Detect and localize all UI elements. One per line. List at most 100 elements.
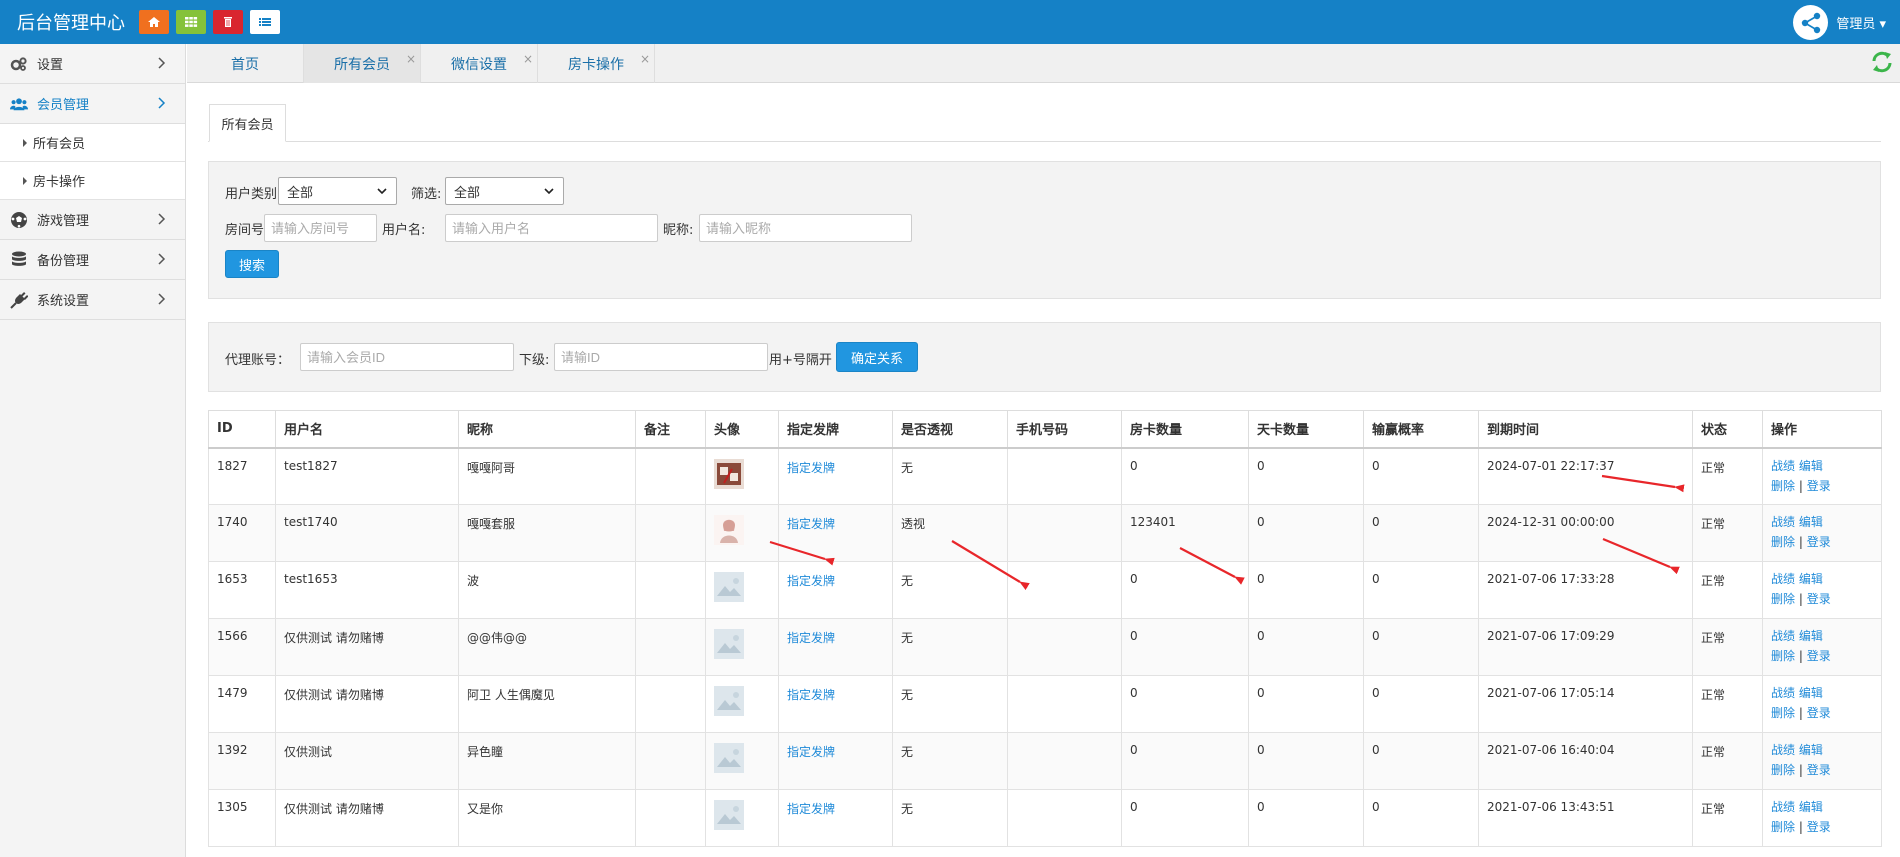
search-button[interactable]: 搜索: [225, 250, 279, 278]
login-link[interactable]: 登录: [1807, 706, 1831, 720]
stats-link[interactable]: 战绩: [1771, 572, 1795, 586]
cell-phone: [1007, 561, 1122, 619]
cell-win-rate: 0: [1363, 561, 1479, 619]
close-icon[interactable]: ×: [640, 52, 650, 66]
cell-win-rate: 0: [1363, 504, 1479, 562]
stats-link[interactable]: 战绩: [1771, 515, 1795, 529]
edit-link[interactable]: 编辑: [1799, 629, 1823, 643]
cell-nickname: 异色瞳: [458, 732, 636, 790]
members-table: ID 用户名 昵称 备注 头像 指定发牌 是否透视 手机号码 房卡数量 天卡数量…: [208, 410, 1882, 847]
table-row: 1305 仅供测试 请勿赌博 又是你 指定发牌无 0 0 0 2021-07-06 13:43…: [208, 789, 1882, 847]
user-menu[interactable]: 管理员 ▾: [1793, 5, 1886, 40]
login-link[interactable]: 登录: [1807, 820, 1831, 834]
cell-avatar: [705, 561, 779, 619]
chevron-right-icon: [158, 97, 166, 109]
plug-icon: [10, 291, 28, 309]
sidebar-subitem-room-cards[interactable]: 房卡操作: [0, 162, 185, 200]
cell-id: 1653: [208, 561, 276, 619]
tab-room-cards[interactable]: 房卡操作 ×: [538, 44, 655, 83]
column-header: ID: [208, 410, 276, 449]
sidebar-subitem-all-members[interactable]: 所有会员: [0, 124, 185, 162]
login-link[interactable]: 登录: [1807, 592, 1831, 606]
user-type-label: 用户类别:: [225, 187, 282, 202]
edit-link[interactable]: 编辑: [1799, 800, 1823, 814]
assign-deal-link[interactable]: 指定发牌: [787, 517, 835, 531]
close-icon[interactable]: ×: [406, 52, 416, 66]
assign-deal-link[interactable]: 指定发牌: [787, 745, 835, 759]
login-link[interactable]: 登录: [1807, 535, 1831, 549]
delete-link[interactable]: 删除: [1771, 820, 1795, 834]
list-button[interactable]: [250, 10, 280, 34]
cell-win-rate: 0: [1363, 447, 1479, 505]
delete-link[interactable]: 删除: [1771, 649, 1795, 663]
edit-link[interactable]: 编辑: [1799, 459, 1823, 473]
assign-deal-link[interactable]: 指定发牌: [787, 802, 835, 816]
username-input[interactable]: [445, 214, 658, 242]
stats-link[interactable]: 战绩: [1771, 459, 1795, 473]
agent-account-input[interactable]: [300, 343, 514, 371]
cell-avatar: [705, 789, 779, 847]
page-tab[interactable]: 所有会员: [209, 104, 286, 142]
separator: |: [1798, 649, 1803, 663]
sidebar-item-settings[interactable]: 设置: [0, 44, 185, 84]
sidebar-subitem-label: 所有会员: [33, 137, 86, 152]
delete-link[interactable]: 删除: [1771, 763, 1795, 777]
tab-all-members[interactable]: 所有会员 ×: [304, 44, 421, 83]
stats-link[interactable]: 战绩: [1771, 743, 1795, 757]
cell-nickname: @@伟@@: [458, 618, 636, 676]
home-button[interactable]: [139, 10, 169, 34]
tab-home[interactable]: 首页: [187, 44, 304, 83]
refresh-icon[interactable]: [1870, 50, 1894, 74]
assign-deal-link[interactable]: 指定发牌: [787, 574, 835, 588]
delete-button[interactable]: [213, 10, 243, 34]
tab-wechat-settings[interactable]: 微信设置 ×: [421, 44, 538, 83]
assign-deal-link[interactable]: 指定发牌: [787, 688, 835, 702]
subordinate-input[interactable]: [554, 343, 768, 371]
chevron-down-icon: [377, 188, 387, 195]
delete-link[interactable]: 删除: [1771, 479, 1795, 493]
assign-deal-link[interactable]: 指定发牌: [787, 631, 835, 645]
sidebar-item-system[interactable]: 系统设置: [0, 280, 185, 320]
grid-button[interactable]: [176, 10, 206, 34]
filter-select[interactable]: 全部: [445, 177, 564, 205]
column-header: 昵称: [458, 410, 636, 449]
select-value: 全部: [454, 185, 481, 201]
delete-link[interactable]: 删除: [1771, 592, 1795, 606]
close-icon[interactable]: ×: [523, 52, 533, 66]
login-link[interactable]: 登录: [1807, 649, 1831, 663]
cell-day-cards: 0: [1248, 732, 1364, 790]
delete-link[interactable]: 删除: [1771, 706, 1795, 720]
filter-panel: 用户类别: 全部 筛选: 全部 房间号: 用户名: 昵称: 搜索: [208, 161, 1881, 299]
cell-room-cards: 0: [1121, 561, 1249, 619]
tab-label: 微信设置: [451, 56, 507, 73]
sidebar-item-label: 游戏管理: [37, 214, 90, 229]
stats-link[interactable]: 战绩: [1771, 686, 1795, 700]
cell-expire: 2024-07-01 22:17:37: [1478, 447, 1693, 505]
confirm-relation-button[interactable]: 确定关系: [836, 342, 918, 372]
room-input[interactable]: [264, 214, 377, 242]
sidebar-item-games[interactable]: 游戏管理: [0, 200, 185, 240]
cell-expire: 2021-07-06 17:05:14: [1478, 675, 1693, 733]
delete-link[interactable]: 删除: [1771, 535, 1795, 549]
edit-link[interactable]: 编辑: [1799, 515, 1823, 529]
login-link[interactable]: 登录: [1807, 479, 1831, 493]
cell-id: 1479: [208, 675, 276, 733]
stats-link[interactable]: 战绩: [1771, 800, 1795, 814]
cell-deal: 指定发牌: [778, 504, 893, 562]
sidebar-item-backup[interactable]: 备份管理: [0, 240, 185, 280]
edit-link[interactable]: 编辑: [1799, 572, 1823, 586]
edit-link[interactable]: 编辑: [1799, 743, 1823, 757]
user-type-select[interactable]: 全部: [278, 177, 397, 205]
cell-status: 正常: [1692, 675, 1763, 733]
nickname-input[interactable]: [699, 214, 912, 242]
cell-phone: [1007, 732, 1122, 790]
stats-link[interactable]: 战绩: [1771, 629, 1795, 643]
cell-deal: 指定发牌: [778, 732, 893, 790]
cell-avatar: [705, 504, 779, 562]
edit-link[interactable]: 编辑: [1799, 686, 1823, 700]
login-link[interactable]: 登录: [1807, 763, 1831, 777]
assign-deal-link[interactable]: 指定发牌: [787, 461, 835, 475]
main-content: 所有会员 用户类别: 全部 筛选: 全部 房间号: 用户名: 昵称: 搜索 代理…: [187, 84, 1900, 857]
gears-icon: [10, 56, 28, 72]
sidebar-item-members[interactable]: 会员管理: [0, 84, 185, 124]
